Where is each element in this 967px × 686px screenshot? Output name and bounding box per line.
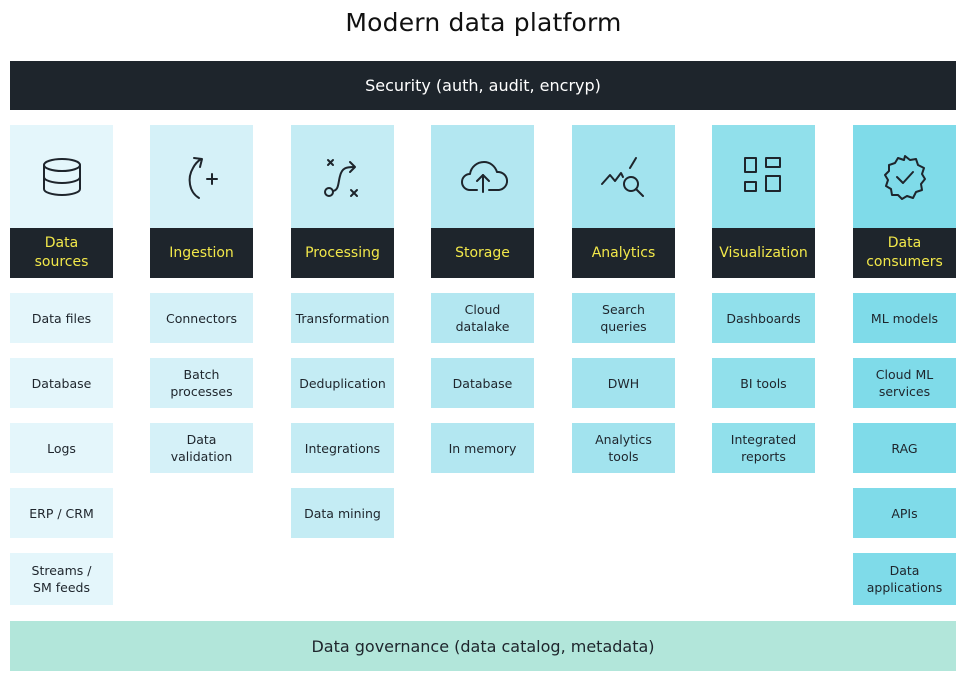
column-visualization: Visualization Dashboards BI tools Integrate… (712, 125, 815, 488)
list-item: Data mining (291, 488, 394, 538)
column-header-data-consumers (853, 125, 956, 228)
column-label: Data consumers (853, 228, 956, 278)
column-items: Dashboards BI tools Integrated reports (712, 293, 815, 473)
list-item: Data files (10, 293, 113, 343)
database-icon (37, 152, 87, 202)
column-label: Storage (431, 228, 534, 278)
column-items: Transformation Deduplication Integrations D… (291, 293, 394, 538)
column-header-ingestion (150, 125, 253, 228)
column-ingestion: Ingestion Connectors Batch processes Data v… (150, 125, 253, 488)
list-item: Data applications (853, 553, 956, 605)
list-item: Integrations (291, 423, 394, 473)
column-data-sources: Data sources Data files Database Logs ERP / … (10, 125, 113, 620)
governance-bar: Data governance (data catalog, metadata) (10, 621, 956, 671)
cloud-upload-icon (458, 152, 508, 202)
security-bar: Security (auth, audit, encryp) (10, 61, 956, 110)
column-items: Connectors Batch processes Data validation (150, 293, 253, 473)
list-item: ML models (853, 293, 956, 343)
list-item: ERP / CRM (10, 488, 113, 538)
column-header-visualization (712, 125, 815, 228)
column-items: Search queries DWH Analytics tools (572, 293, 675, 473)
ingestion-arrow-plus-icon (177, 152, 227, 202)
list-item: Streams / SM feeds (10, 553, 113, 605)
list-item: Connectors (150, 293, 253, 343)
verified-badge-icon (880, 152, 930, 202)
column-header-analytics (572, 125, 675, 228)
column-items: Cloud datalake Database In memory (431, 293, 534, 473)
list-item: Batch processes (150, 358, 253, 408)
list-item: APIs (853, 488, 956, 538)
column-items: Data files Database Logs ERP / CRM Streams /… (10, 293, 113, 605)
list-item: RAG (853, 423, 956, 473)
list-item: Data validation (150, 423, 253, 473)
list-item: DWH (572, 358, 675, 408)
column-label: Analytics (572, 228, 675, 278)
column-data-consumers: Data consumers ML models Cloud ML services… (853, 125, 956, 620)
list-item: Integrated reports (712, 423, 815, 473)
list-item: Deduplication (291, 358, 394, 408)
column-storage: Storage Cloud datalake Database In memory (431, 125, 534, 488)
column-processing: Processing Transformation Deduplication Int… (291, 125, 394, 553)
list-item: Cloud datalake (431, 293, 534, 343)
list-item: Dashboards (712, 293, 815, 343)
column-items: ML models Cloud ML services RAG APIs Data ap… (853, 293, 956, 605)
column-analytics: Analytics Search queries DWH Analytics tool… (572, 125, 675, 488)
processing-path-icon (318, 152, 368, 202)
page-title: Modern data platform (345, 8, 622, 37)
list-item: Database (10, 358, 113, 408)
column-label: Ingestion (150, 228, 253, 278)
list-item: BI tools (712, 358, 815, 408)
column-header-processing (291, 125, 394, 228)
column-header-storage (431, 125, 534, 228)
list-item: Transformation (291, 293, 394, 343)
list-item: Database (431, 358, 534, 408)
list-item: Logs (10, 423, 113, 473)
column-label: Visualization (712, 228, 815, 278)
column-label: Data sources (10, 228, 113, 278)
dashboard-grid-icon (739, 152, 789, 202)
list-item: Analytics tools (572, 423, 675, 473)
list-item: Search queries (572, 293, 675, 343)
column-label: Processing (291, 228, 394, 278)
list-item: In memory (431, 423, 534, 473)
list-item: Cloud ML services (853, 358, 956, 408)
analytics-search-icon (599, 152, 649, 202)
column-header-data-sources (10, 125, 113, 228)
